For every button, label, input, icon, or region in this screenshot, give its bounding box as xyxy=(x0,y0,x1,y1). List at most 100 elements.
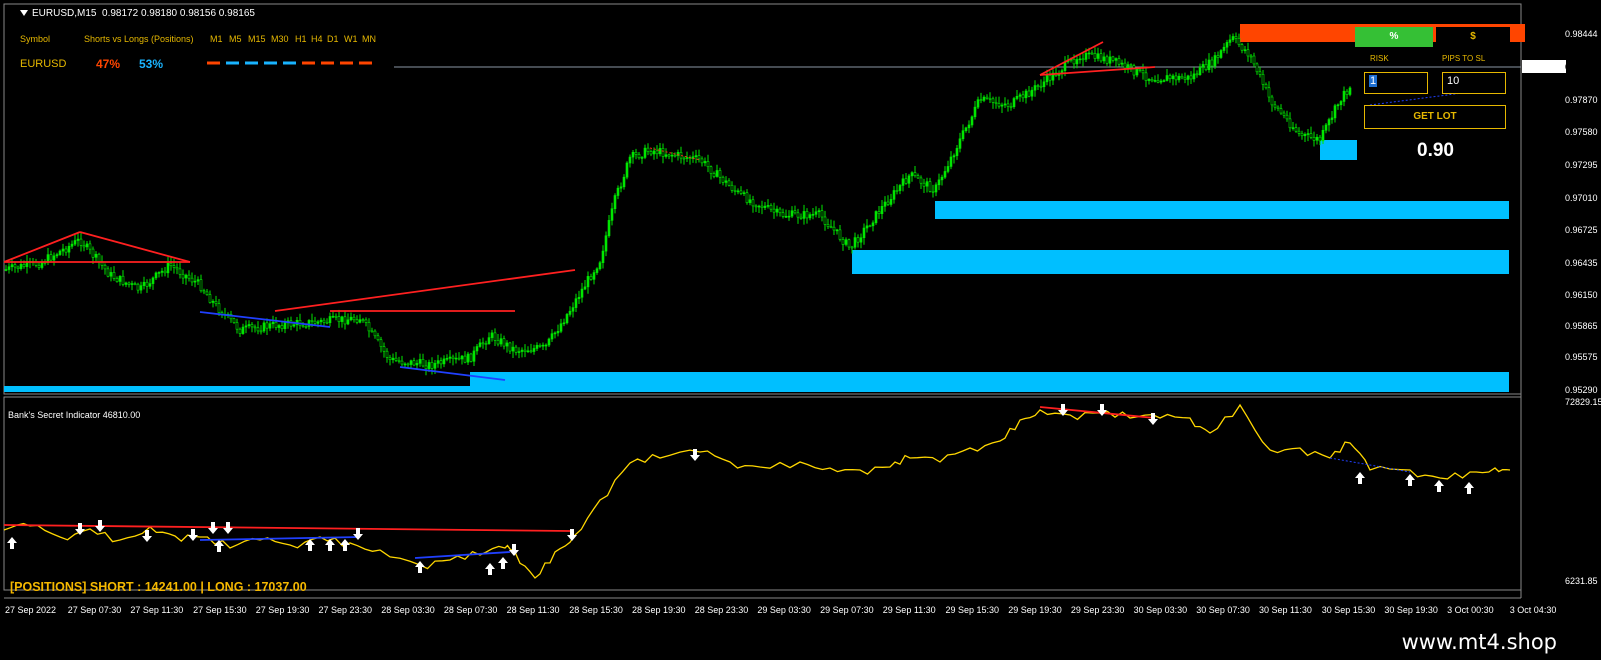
time-label: 3 Oct 04:30 xyxy=(1509,605,1557,615)
tf-label-h4: H4 xyxy=(311,34,323,44)
tf-label-m1: M1 xyxy=(210,34,223,44)
price-label: 0.95290 xyxy=(1565,385,1598,395)
indicator-min: 6231.85 xyxy=(1565,576,1598,586)
up-arrow-icon xyxy=(340,539,350,551)
down-arrow-icon xyxy=(223,522,233,534)
tf-label-d1: D1 xyxy=(327,34,339,44)
chart-header: EURUSD,M15 0.98172 0.98180 0.98156 0.981… xyxy=(20,8,255,19)
up-arrow-icon xyxy=(485,563,495,575)
time-label: 29 Sep 07:30 xyxy=(820,605,874,615)
pips-label: PIPS TO SL xyxy=(1442,54,1486,63)
osc-resistance-line xyxy=(1039,406,1156,419)
time-label: 30 Sep 11:30 xyxy=(1259,605,1312,615)
time-label: 28 Sep 19:30 xyxy=(632,605,686,615)
price-label: 0.97580 xyxy=(1565,127,1598,137)
time-label: 30 Sep 07:30 xyxy=(1196,605,1250,615)
tf-label-m15: M15 xyxy=(248,34,266,44)
chart-canvas[interactable] xyxy=(0,0,1601,622)
risk-value: 1 xyxy=(1369,75,1378,87)
percent-button[interactable]: % xyxy=(1355,27,1433,47)
time-label: 29 Sep 03:30 xyxy=(757,605,811,615)
dropdown-triangle-icon[interactable] xyxy=(20,10,28,17)
time-label: 29 Sep 23:30 xyxy=(1070,605,1125,615)
osc-support-line xyxy=(414,551,511,559)
shorts-percent: 47% xyxy=(96,57,121,71)
price-label: 0.98165 xyxy=(1565,62,1598,72)
time-label: 27 Sep 2022 xyxy=(5,605,57,615)
get-lot-button[interactable]: GET LOT xyxy=(1364,105,1506,129)
osc-resistance-line xyxy=(3,524,571,532)
price-label: 0.97010 xyxy=(1565,193,1598,203)
time-label: 29 Sep 11:30 xyxy=(882,605,936,615)
up-arrow-icon xyxy=(1464,482,1474,494)
time-label: 27 Sep 15:30 xyxy=(193,605,247,615)
up-arrow-icon xyxy=(415,561,425,573)
time-label: 27 Sep 11:30 xyxy=(130,605,184,615)
time-label: 30 Sep 19:30 xyxy=(1384,605,1438,615)
demand-zone xyxy=(935,201,1509,219)
indicator-title: Bank's Secret Indicator 46810.00 xyxy=(8,410,141,420)
tf-label-m30: M30 xyxy=(271,34,289,44)
positions-summary: [POSITIONS] SHORT : 14241.00 | LONG : 17… xyxy=(10,580,307,594)
price-label: 0.96725 xyxy=(1565,225,1598,235)
time-label: 28 Sep 03:30 xyxy=(381,605,435,615)
time-label: 29 Sep 15:30 xyxy=(945,605,1000,615)
time-label: 27 Sep 19:30 xyxy=(255,605,310,615)
tf-label-w1: W1 xyxy=(344,34,358,44)
up-arrow-icon xyxy=(1434,480,1444,492)
demand-zone xyxy=(470,372,1509,388)
time-label: 29 Sep 19:30 xyxy=(1008,605,1062,615)
chart-window[interactable]: EURUSD,M15 0.98172 0.98180 0.98156 0.981… xyxy=(0,0,1601,622)
down-arrow-icon xyxy=(509,544,519,556)
price-label: 0.96150 xyxy=(1565,290,1598,300)
up-arrow-icon xyxy=(305,539,315,551)
indicator-line xyxy=(3,403,1511,579)
col-symbol: Symbol xyxy=(20,34,51,44)
time-label: 30 Sep 15:30 xyxy=(1321,605,1376,615)
up-arrow-icon xyxy=(498,557,508,569)
time-label: 28 Sep 15:30 xyxy=(569,605,623,615)
up-arrow-icon xyxy=(7,537,17,549)
risk-label: RISK xyxy=(1370,54,1389,63)
down-arrow-icon xyxy=(188,529,198,541)
pips-value: 10 xyxy=(1447,75,1460,87)
up-arrow-icon xyxy=(1355,472,1365,484)
tf-label-m5: M5 xyxy=(229,34,242,44)
down-arrow-icon xyxy=(353,528,363,540)
time-label: 27 Sep 23:30 xyxy=(318,605,373,615)
up-arrow-icon xyxy=(1405,474,1415,486)
watermark: www.mt4.shop xyxy=(1401,630,1557,654)
price-label: 0.95575 xyxy=(1565,352,1598,362)
price-label: 0.95865 xyxy=(1565,321,1598,331)
pips-input[interactable]: 10 xyxy=(1442,72,1506,94)
lot-result: 0.90 xyxy=(1417,140,1454,161)
price-label: 0.97295 xyxy=(1565,160,1598,170)
price-label: 0.98444 xyxy=(1565,29,1598,39)
current-price-tag xyxy=(1522,60,1566,73)
footer-bar: www.mt4.shop xyxy=(0,622,1601,660)
demand-zone xyxy=(852,250,1509,274)
time-label: 28 Sep 23:30 xyxy=(694,605,749,615)
longs-percent: 53% xyxy=(139,57,164,71)
resistance-line xyxy=(274,269,576,312)
tf-label-mn: MN xyxy=(362,34,376,44)
time-label: 28 Sep 07:30 xyxy=(443,605,498,615)
dollar-button[interactable]: $ xyxy=(1436,27,1510,47)
symbol-timeframe: EURUSD,M15 xyxy=(32,8,97,19)
down-arrow-icon xyxy=(1097,404,1107,416)
resistance-line xyxy=(1039,41,1104,76)
up-arrow-icon xyxy=(214,540,224,552)
time-label: 30 Sep 03:30 xyxy=(1133,605,1188,615)
indicator-max: 72829.15 xyxy=(1565,397,1601,407)
ohlc-values: 0.98172 0.98180 0.98156 0.98165 xyxy=(102,8,255,19)
down-arrow-icon xyxy=(95,520,105,532)
time-label: 27 Sep 07:30 xyxy=(67,605,122,615)
row-symbol: EURUSD xyxy=(20,58,67,70)
indicator-pane-frame xyxy=(3,396,1522,591)
price-label: 0.97870 xyxy=(1565,95,1598,105)
tf-label-h1: H1 xyxy=(295,34,307,44)
price-label: 0.96435 xyxy=(1565,258,1598,268)
risk-input[interactable]: 1 xyxy=(1364,72,1428,94)
col-shorts-longs: Shorts vs Longs (Positions) xyxy=(84,34,194,44)
demand-zone xyxy=(1320,140,1357,160)
